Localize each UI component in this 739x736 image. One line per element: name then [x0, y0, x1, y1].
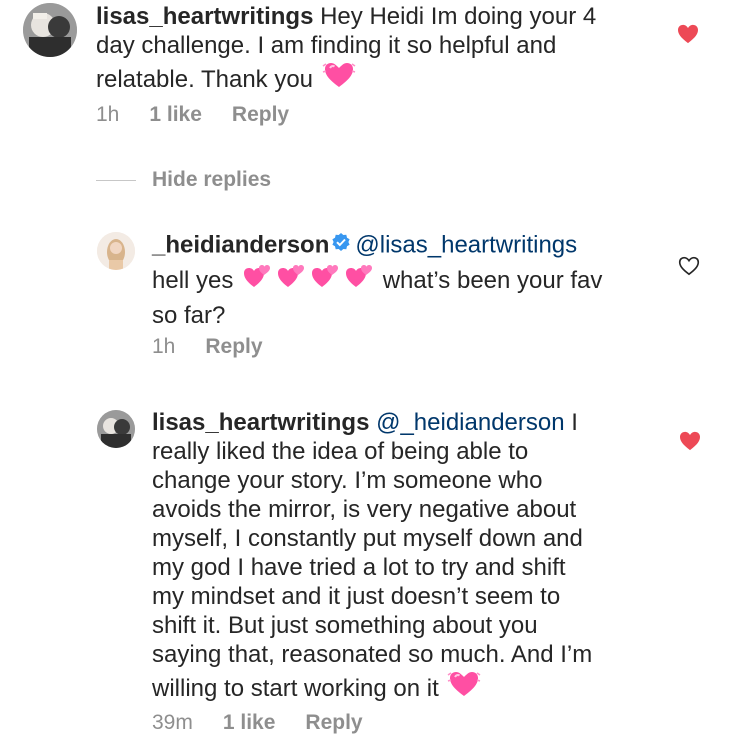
comment-line-1: lisas_heartwritings Hey Heidi Im doing y…	[96, 2, 676, 31]
comment-line-3: relatable. Thank you	[96, 60, 676, 101]
two-hearts-emoji	[276, 262, 306, 297]
comment-text-3: relatable. Thank you	[96, 65, 314, 93]
reply-line-1: _heidianderson @lisas_heartwritings	[152, 230, 662, 262]
comment-1: lisas_heartwritings Hey Heidi Im doing y…	[0, 0, 739, 140]
avatar[interactable]	[97, 410, 135, 448]
reply-meta: 1h Reply	[152, 335, 263, 359]
comment-username[interactable]: lisas_heartwritings	[96, 3, 313, 30]
comment-meta: 1h 1 like Reply	[96, 103, 289, 127]
reply-text-line: willing to start working on it	[152, 674, 439, 702]
reply-line-1: lisas_heartwritings @_heidianderson I	[152, 408, 662, 437]
avatar[interactable]	[97, 232, 135, 270]
two-hearts-emoji	[310, 262, 340, 297]
hide-replies-toggle[interactable]: Hide replies	[96, 168, 271, 192]
mention-link[interactable]: @lisas_heartwritings	[355, 231, 577, 258]
timestamp: 39m	[152, 711, 193, 734]
reply-1: _heidianderson @lisas_heartwritings hell …	[0, 225, 739, 365]
two-hearts-emoji	[322, 60, 356, 97]
reply-text-line: my mindset and it just doesn’t seem to	[152, 583, 561, 610]
reply-text-c: so far?	[152, 302, 226, 329]
comment-text-2: day challenge. I am finding it so helpfu…	[96, 32, 557, 59]
reply-text-a: hell yes	[152, 266, 234, 294]
comment-text-1: Hey Heidi Im doing your 4	[313, 3, 597, 30]
timestamp: 1h	[152, 335, 176, 358]
reply-text-b: what’s been your fav	[376, 266, 603, 294]
reply-line-2: hell yes what’s been your fav	[152, 262, 662, 301]
heart-filled-icon[interactable]	[679, 431, 701, 451]
avatar[interactable]	[23, 3, 77, 57]
reply-text-line: myself, I constantly put myself down and	[152, 525, 583, 552]
reply-meta: 39m 1 like Reply	[152, 711, 363, 735]
reply-username[interactable]: _heidianderson	[152, 231, 329, 258]
reply-text-line: really liked the idea of being able to	[152, 438, 529, 465]
heart-filled-icon[interactable]	[677, 24, 699, 44]
profile-photo	[97, 410, 135, 448]
reply-text-line: saying that, reasonated so much. And I’m	[152, 641, 593, 668]
reply-button[interactable]: Reply	[205, 335, 262, 359]
reply-last-line: willing to start working on it	[152, 669, 662, 710]
reply-username[interactable]: lisas_heartwritings	[152, 409, 369, 436]
likes-count[interactable]: 1 like	[149, 103, 202, 127]
verified-badge-icon	[331, 230, 351, 259]
reply-text: lisas_heartwritings @_heidianderson I re…	[152, 408, 662, 710]
reply-text-line: change your story. I’m someone who	[152, 467, 543, 494]
reply-text-line: my god I have tried a lot to try and shi…	[152, 554, 566, 581]
divider	[96, 179, 136, 181]
two-hearts-emoji	[344, 262, 374, 297]
reply-text-line: shift it. But just something about you	[152, 612, 538, 639]
reply-button[interactable]: Reply	[305, 711, 362, 735]
two-hearts-emoji	[447, 669, 481, 706]
reply-text-after-mention: I	[564, 409, 578, 436]
reply-button[interactable]: Reply	[232, 103, 289, 127]
reply-2: lisas_heartwritings @_heidianderson I re…	[0, 405, 739, 736]
hide-replies-label: Hide replies	[152, 168, 272, 191]
profile-photo	[23, 3, 77, 57]
comment-text: lisas_heartwritings Hey Heidi Im doing y…	[96, 2, 676, 101]
mention-link[interactable]: @_heidianderson	[376, 409, 565, 436]
reply-text: _heidianderson @lisas_heartwritings hell …	[152, 230, 662, 330]
reply-text-line: avoids the mirror, is very negative abou…	[152, 496, 577, 523]
two-hearts-emoji	[242, 262, 272, 297]
likes-count[interactable]: 1 like	[223, 711, 276, 735]
profile-photo	[97, 232, 135, 270]
timestamp: 1h	[96, 103, 120, 126]
heart-outline-icon[interactable]	[678, 256, 700, 276]
